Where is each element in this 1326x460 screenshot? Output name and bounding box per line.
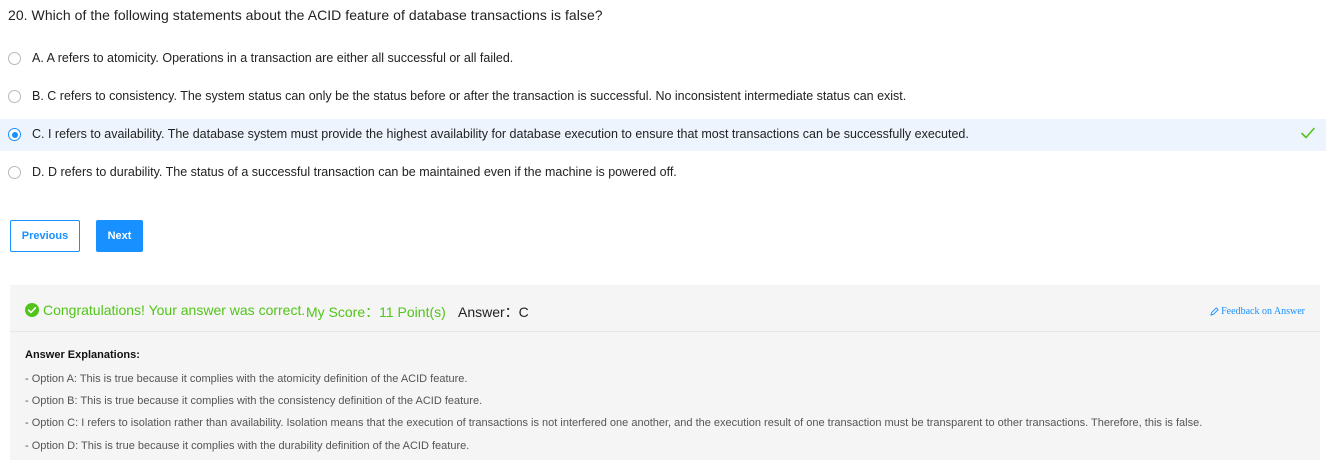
radio-button-c[interactable]	[8, 128, 21, 141]
explanation-line: - Option D: This is true because it comp…	[25, 440, 470, 452]
next-button[interactable]: Next	[96, 220, 143, 252]
radio-button-d[interactable]	[8, 166, 21, 179]
previous-button[interactable]: Previous	[10, 220, 80, 252]
congrats-message: Congratulations! Your answer was correct…	[25, 302, 305, 318]
explanation-title: Answer Explanations:	[25, 349, 140, 361]
edit-icon	[1210, 307, 1219, 316]
result-bar: Congratulations! Your answer was correct…	[10, 285, 1320, 332]
option-b[interactable]: B. C refers to consistency. The system s…	[0, 81, 1326, 113]
option-b-label: B. C refers to consistency. The system s…	[32, 89, 907, 103]
check-circle-icon	[25, 303, 39, 317]
congrats-text: Congratulations! Your answer was correct…	[43, 302, 306, 318]
feedback-link-text[interactable]: Feedback on Answer	[1221, 306, 1305, 317]
check-icon	[1301, 127, 1315, 139]
explanation-line: - Option C: I refers to isolation rather…	[25, 417, 1203, 429]
answer-label: Answer：C	[458, 304, 529, 320]
radio-button-a[interactable]	[8, 52, 21, 65]
score-label: My Score：11 Point(s)	[306, 304, 446, 320]
question-text: 20. Which of the following statements ab…	[8, 7, 603, 23]
explanation-line: - Option B: This is true because it comp…	[25, 395, 483, 407]
option-a-label: A. A refers to atomicity. Operations in …	[32, 51, 514, 65]
option-a[interactable]: A. A refers to atomicity. Operations in …	[0, 43, 1326, 75]
option-c[interactable]: C. I refers to availability. The databas…	[0, 119, 1326, 151]
feedback-link[interactable]: Feedback on Answer	[1210, 306, 1305, 317]
result-panel: Congratulations! Your answer was correct…	[10, 285, 1320, 460]
option-c-label: C. I refers to availability. The databas…	[32, 127, 969, 141]
radio-button-b[interactable]	[8, 90, 21, 103]
option-d-label: D. D refers to durability. The status of…	[32, 165, 677, 179]
explanation-line: - Option A: This is true because it comp…	[25, 373, 468, 385]
option-d[interactable]: D. D refers to durability. The status of…	[0, 157, 1326, 189]
